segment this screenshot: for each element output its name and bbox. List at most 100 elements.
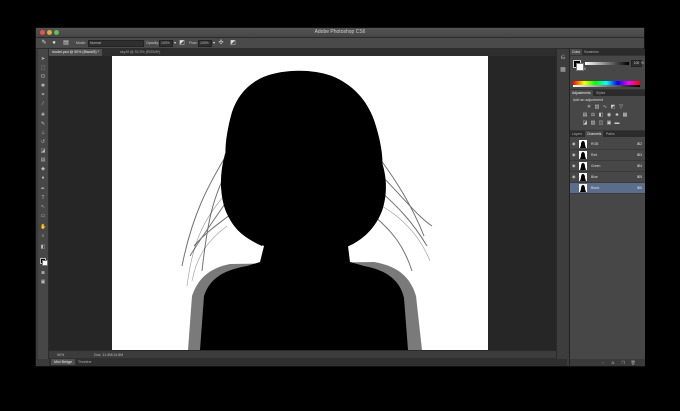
save-selection-as-channel-icon[interactable]: ◘: [610, 360, 616, 365]
path-selection-tool-icon[interactable]: ↖: [40, 205, 46, 210]
channel-row-blue[interactable]: ◉ Blue ⌘5: [570, 172, 645, 183]
crop-tool-icon[interactable]: ⌗: [40, 93, 46, 98]
channel-name: Blue: [591, 175, 598, 179]
channel-row-rgb[interactable]: ◉ RGB ⌘2: [570, 139, 645, 150]
document-size-info[interactable]: Doc: 11.9M/14.8M: [94, 353, 123, 357]
invert-icon[interactable]: ◪: [582, 121, 588, 126]
photoshop-window: Adobe Photoshop CS6 ✎ ● ▤ Mode: Normal O…: [36, 28, 645, 366]
color-panel: K 100 %: [570, 56, 645, 89]
channel-shortcut: ⌘3: [636, 153, 642, 157]
channel-thumbnail: [579, 184, 587, 192]
lasso-tool-icon[interactable]: ʘ: [40, 75, 46, 80]
black-white-icon[interactable]: ◧: [598, 113, 604, 118]
posterize-icon[interactable]: ▨: [590, 121, 596, 126]
channels-panel: ◉ RGB ⌘2 ◉ Red ⌘3 ◉ Green ⌘4 ◉ Blue ⌘5 B…: [570, 137, 645, 366]
tab-color[interactable]: Color: [570, 49, 583, 55]
visibility-eye-icon[interactable]: ◉: [572, 174, 576, 180]
brush-tool-icon[interactable]: ✎: [40, 122, 46, 127]
move-tool-icon[interactable]: ➤: [40, 57, 46, 62]
screen-mode-icon[interactable]: ▣: [40, 280, 46, 285]
k-slider[interactable]: [585, 62, 629, 65]
color-spectrum-ramp[interactable]: [573, 81, 640, 87]
channel-thumbnail: [579, 151, 587, 159]
color-lookup-icon[interactable]: ▦: [622, 113, 628, 118]
properties-panel-icon[interactable]: ▦: [559, 67, 567, 74]
photo-filter-icon[interactable]: ◉: [606, 113, 612, 118]
flow-label: Flow:: [189, 40, 198, 45]
channel-thumbnail: [579, 140, 587, 148]
visibility-eye-icon[interactable]: ◉: [572, 152, 576, 158]
background-color-swatch[interactable]: [42, 260, 48, 266]
history-panel-icon[interactable]: ⎌: [559, 55, 567, 62]
collapsed-panel-dock: ⎌ ▦: [556, 49, 569, 359]
channel-row-red[interactable]: ◉ Red ⌘3: [570, 150, 645, 161]
brush-tool-preset-icon[interactable]: ✎: [40, 39, 48, 47]
vibrance-icon[interactable]: ▽: [618, 105, 624, 110]
shape-tool-icon[interactable]: ▭: [40, 214, 46, 219]
title-bar: Adobe Photoshop CS6: [36, 28, 644, 38]
document-canvas[interactable]: [112, 56, 488, 350]
exposure-icon[interactable]: ◩: [610, 105, 616, 110]
channel-thumbnail: [579, 173, 587, 181]
pressure-size-icon[interactable]: ◩: [229, 39, 237, 47]
mode-select[interactable]: Normal: [88, 40, 144, 47]
zoom-tool-icon[interactable]: ⌕: [40, 234, 46, 239]
k-unit: %: [641, 61, 644, 65]
default-colors-icon[interactable]: ◧: [40, 245, 46, 250]
quick-selection-tool-icon[interactable]: ✱: [40, 84, 46, 89]
visibility-eye-icon[interactable]: ◉: [572, 163, 576, 169]
hue-saturation-icon[interactable]: ▤: [582, 113, 588, 118]
color-panel-tabs: Color Swatches: [570, 49, 645, 55]
brush-panel-toggle-icon[interactable]: ▤: [62, 39, 70, 47]
selective-color-icon[interactable]: ▣: [606, 121, 612, 126]
channel-name: Red: [591, 153, 598, 157]
color-balance-icon[interactable]: ⚖: [590, 113, 596, 118]
hand-tool-icon[interactable]: ✋: [40, 225, 46, 230]
channel-name: Green: [591, 164, 601, 168]
gradient-tool-icon[interactable]: ▤: [40, 158, 46, 163]
color-panel-background-swatch[interactable]: [576, 63, 584, 71]
eyedropper-tool-icon[interactable]: ⁄: [40, 102, 46, 107]
pen-tool-icon[interactable]: ✒: [40, 187, 46, 192]
new-channel-icon[interactable]: ❐: [620, 360, 626, 365]
pressure-opacity-icon[interactable]: ◩: [178, 39, 186, 47]
channel-row-black[interactable]: Black ⌘6: [570, 183, 645, 194]
dodge-tool-icon[interactable]: ●: [40, 176, 46, 181]
tools-panel: ➤ ⬚ ʘ ✱ ⌗ ⁄ ✚ ✎ ⊥ ↺ ◪ ▤ ◆ ● ✒ T ↖ ▭ ✋ ⌕ …: [38, 49, 49, 359]
tab-timeline[interactable]: Timeline: [75, 359, 94, 365]
clone-stamp-tool-icon[interactable]: ⊥: [40, 131, 46, 136]
threshold-icon[interactable]: ◫: [598, 121, 604, 126]
tab-model-psd[interactable]: model.psd @ 50% (Black/8) *: [49, 49, 102, 56]
visibility-eye-icon[interactable]: [572, 185, 576, 191]
visibility-eye-icon[interactable]: ◉: [572, 141, 576, 147]
channel-shortcut: ⌘6: [636, 186, 642, 190]
type-tool-icon[interactable]: T: [40, 196, 46, 201]
canvas-workspace[interactable]: [49, 56, 567, 350]
channel-mixer-icon[interactable]: ♣: [614, 113, 620, 118]
zoom-level[interactable]: 50%: [57, 353, 64, 357]
delete-channel-icon[interactable]: 🗑: [630, 360, 636, 365]
levels-icon[interactable]: ▥: [594, 105, 600, 110]
tab-sky-tif[interactable]: sky.tif @ 33.3% (RGB/8*): [117, 49, 163, 56]
channel-row-green[interactable]: ◉ Green ⌘4: [570, 161, 645, 172]
channel-name: RGB: [591, 142, 599, 146]
brightness-contrast-icon[interactable]: ☀: [586, 105, 592, 110]
options-bar: ✎ ● ▤ Mode: Normal Opacity: 100% ▾ ◩ Flo…: [36, 38, 644, 57]
history-brush-tool-icon[interactable]: ↺: [40, 140, 46, 145]
healing-brush-tool-icon[interactable]: ✚: [40, 113, 46, 118]
bottom-panel-tabs: Mini Bridge Timeline: [49, 358, 567, 366]
marquee-tool-icon[interactable]: ⬚: [40, 66, 46, 71]
eraser-tool-icon[interactable]: ◪: [40, 149, 46, 154]
curves-icon[interactable]: ∿: [602, 105, 608, 110]
channel-name: Black: [591, 186, 600, 190]
blur-tool-icon[interactable]: ◆: [40, 167, 46, 172]
black-channel-silhouette: [181, 70, 433, 350]
gradient-map-icon[interactable]: ▬: [614, 121, 620, 126]
quick-mask-icon[interactable]: ◙: [40, 271, 46, 276]
brush-size-icon[interactable]: ●: [50, 39, 58, 47]
airbrush-icon[interactable]: ✣: [217, 39, 225, 47]
adjustments-panel: Add an adjustment ☀ ▥ ∿ ◩ ▽ ▤ ⚖ ◧ ◉ ♣ ▦ …: [570, 96, 645, 130]
tab-mini-bridge[interactable]: Mini Bridge: [51, 359, 75, 365]
tab-swatches[interactable]: Swatches: [582, 49, 601, 55]
load-channel-as-selection-icon[interactable]: ◌: [600, 360, 606, 365]
